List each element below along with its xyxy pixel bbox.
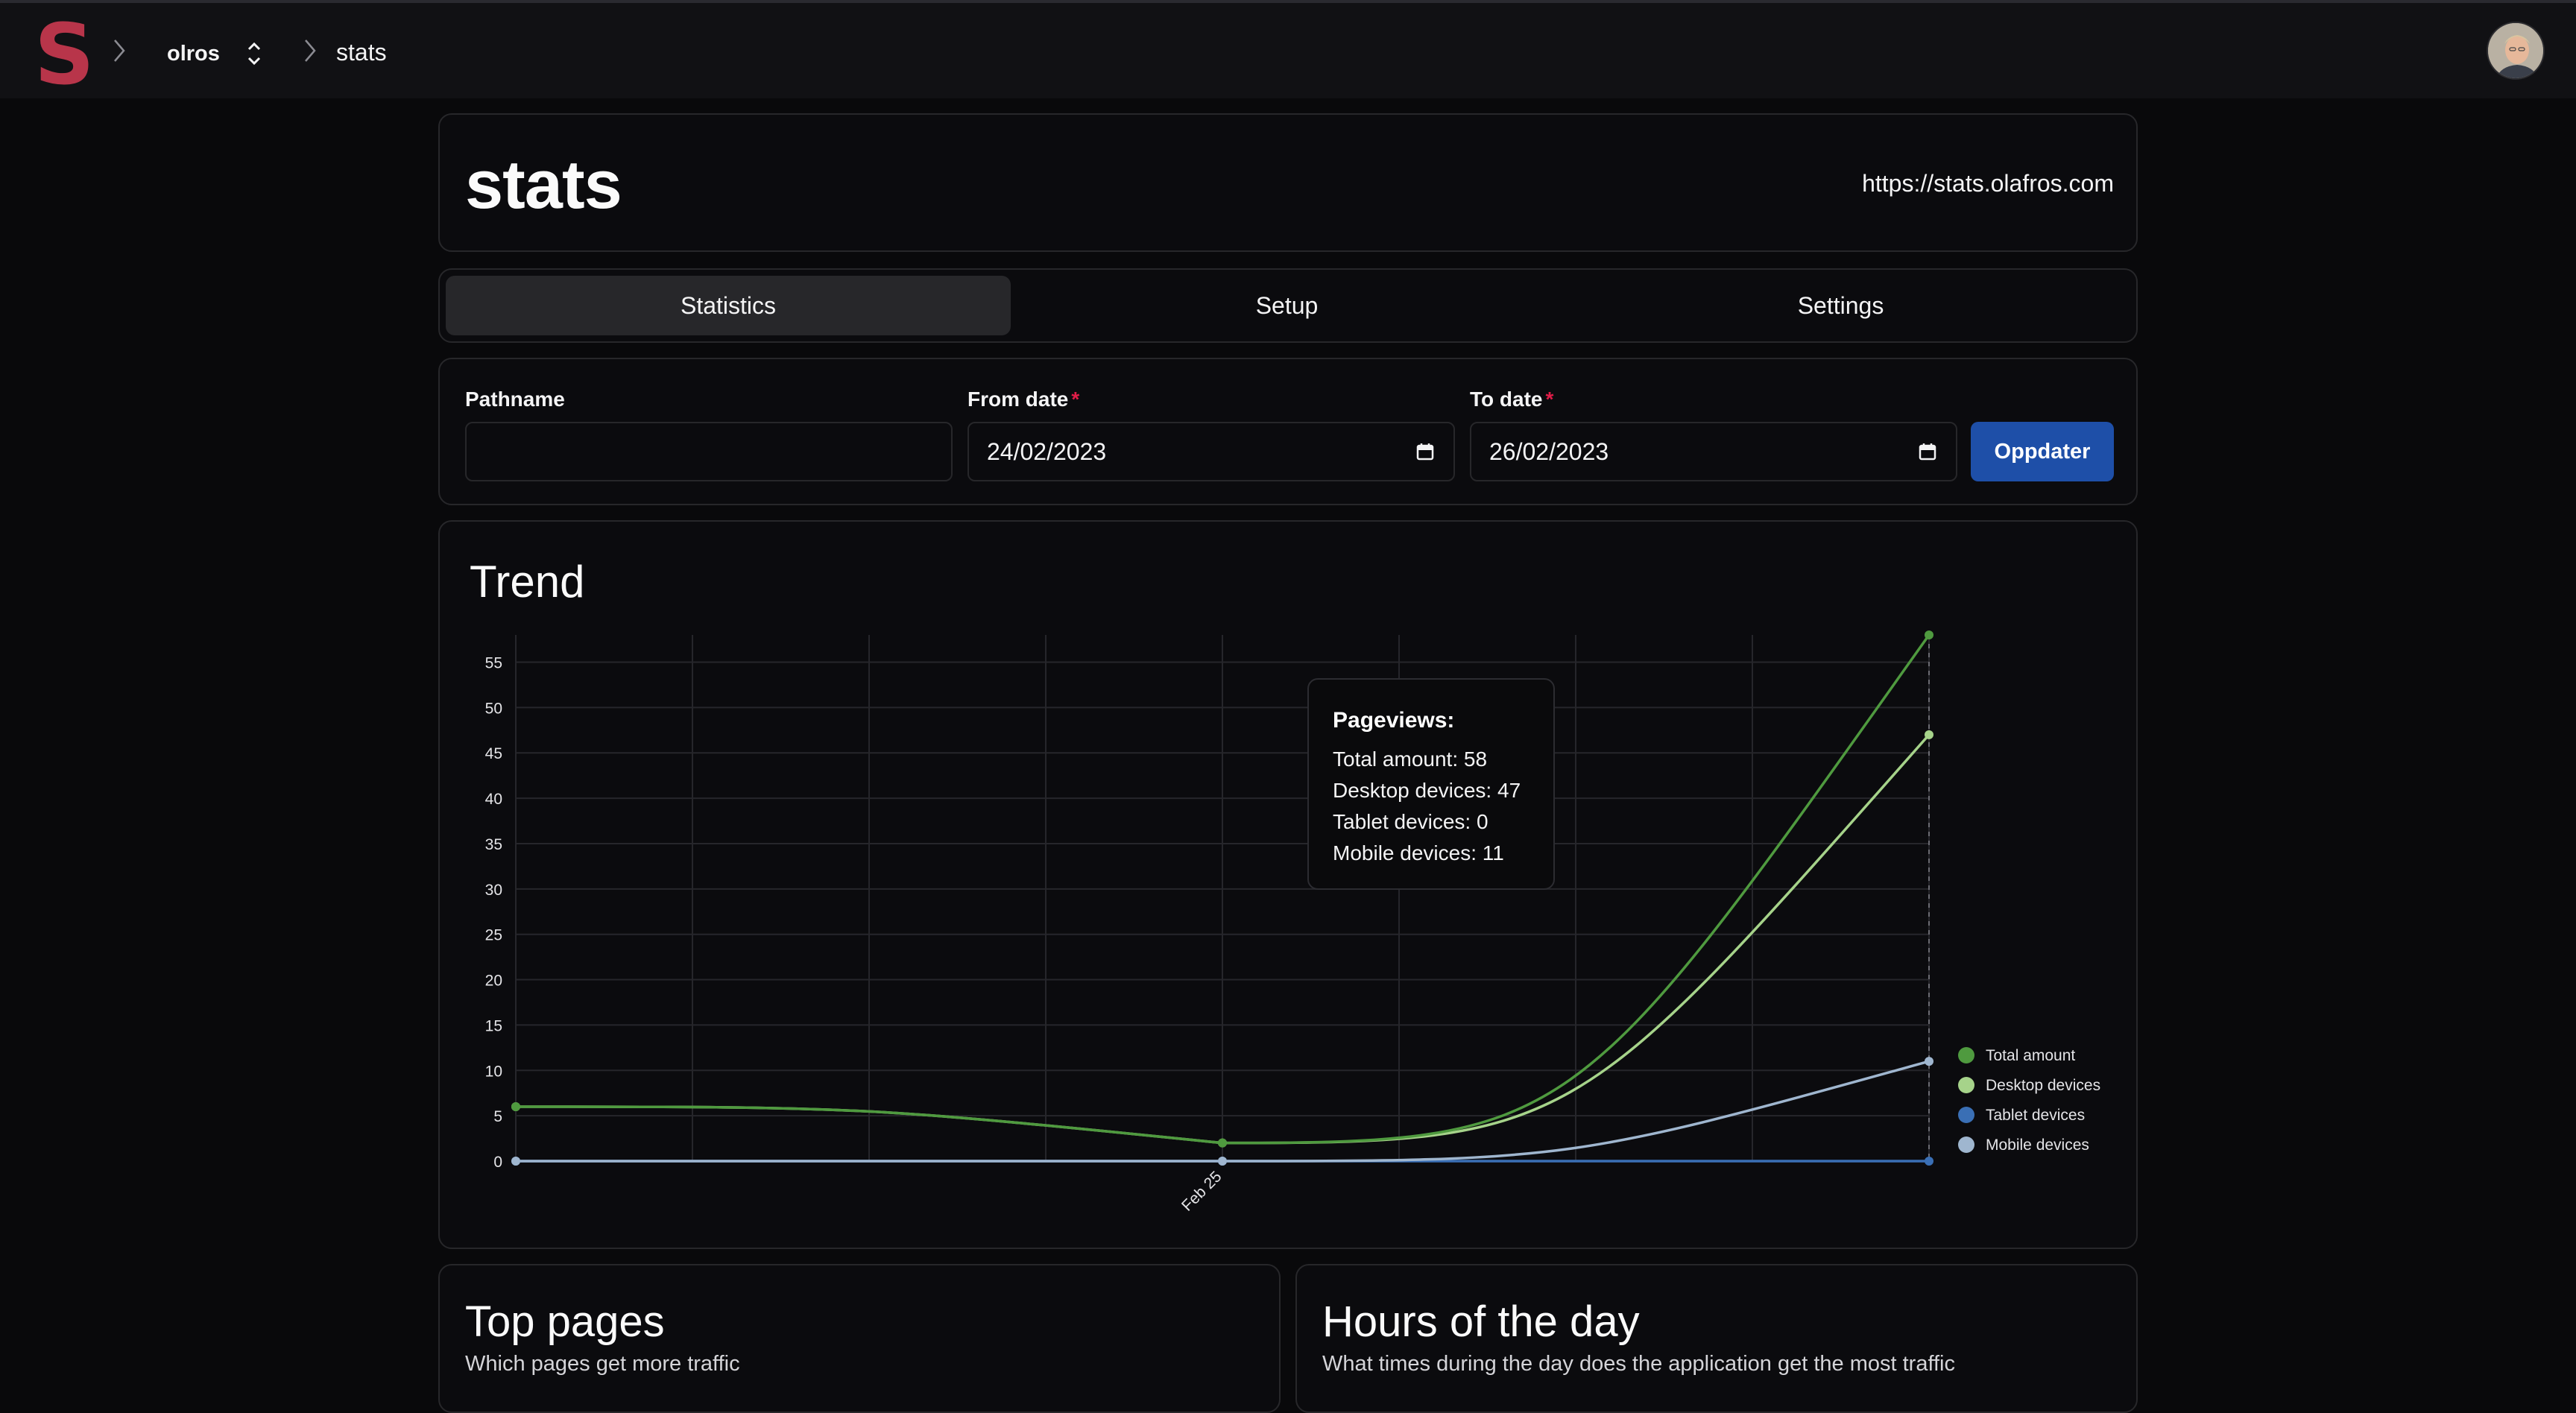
hours-subtitle: What times during the day does the appli… <box>1322 1352 1955 1376</box>
tab-settings[interactable]: Settings <box>1563 276 2118 335</box>
data-point <box>1925 730 1933 739</box>
hours-title: Hours of the day <box>1322 1297 1640 1346</box>
breadcrumb-separator-icon <box>110 36 128 66</box>
legend-marker <box>1958 1107 1974 1123</box>
hours-of-day-card: Hours of the day What times during the d… <box>1295 1264 2138 1413</box>
team-name: olros <box>167 41 220 66</box>
calendar-icon[interactable] <box>1415 441 1436 462</box>
from-date-value: 24/02/2023 <box>987 437 1107 465</box>
from-date-label: From date * <box>967 388 1079 411</box>
data-point <box>511 1101 520 1111</box>
tooltip-row: Mobile devices: 11 <box>1333 841 1504 864</box>
to-date-value: 26/02/2023 <box>1489 437 1609 465</box>
legend-label: Desktop devices <box>1986 1077 2100 1094</box>
top-pages-title: Top pages <box>465 1297 665 1346</box>
project-header: stats https://stats.olafros.com <box>438 113 2138 252</box>
team-switcher[interactable]: olros <box>167 33 263 75</box>
to-date-label: To date * <box>1470 388 1553 411</box>
tab-statistics[interactable]: Statistics <box>446 276 1011 335</box>
y-tick-label: 55 <box>485 655 502 672</box>
y-tick-label: 5 <box>493 1108 502 1125</box>
breadcrumb-separator-icon <box>301 36 319 66</box>
y-tick-label: 15 <box>485 1017 502 1034</box>
data-point <box>1218 1138 1227 1148</box>
y-tick-label: 10 <box>485 1063 502 1080</box>
update-button[interactable]: Oppdater <box>1971 422 2114 481</box>
project-url-link[interactable]: https://stats.olafros.com <box>1862 170 2114 197</box>
tooltip-row: Desktop devices: 47 <box>1333 779 1521 802</box>
legend-marker <box>1958 1047 1974 1063</box>
data-point <box>1218 1157 1227 1166</box>
filter-form: Pathname From date * 24/02/2023 To date * … <box>438 358 2138 505</box>
y-tick-label: 45 <box>485 745 502 762</box>
top-pages-subtitle: Which pages get more traffic <box>465 1352 740 1376</box>
y-tick-label: 50 <box>485 700 502 717</box>
user-avatar[interactable] <box>2487 22 2545 80</box>
tooltip-row: Tablet devices: 0 <box>1333 810 1489 833</box>
legend-label: Mobile devices <box>1986 1137 2089 1154</box>
data-point <box>1925 1157 1933 1166</box>
chart-tooltip: Pageviews: Total amount: 58 Desktop devi… <box>1307 678 1555 890</box>
required-marker: * <box>1071 388 1080 411</box>
pathname-label-text: Pathname <box>465 388 565 411</box>
app-logo[interactable]: S <box>34 13 95 97</box>
to-date-label-text: To date <box>1470 388 1543 411</box>
y-tick-label: 35 <box>485 836 502 853</box>
avatar-photo-icon <box>2488 23 2543 78</box>
trend-chart[interactable]: 0 5 10 15 20 25 30 35 40 45 50 55 Feb 25 Total amount… <box>440 522 2139 1251</box>
legend-marker <box>1958 1137 1974 1153</box>
to-date-input[interactable]: 26/02/2023 <box>1470 422 1957 481</box>
data-point <box>1925 1057 1933 1066</box>
legend-label: Total amount <box>1986 1047 2075 1064</box>
y-tick-label: 25 <box>485 927 502 944</box>
breadcrumb-project[interactable]: stats <box>336 39 387 66</box>
y-tick-label: 20 <box>485 973 502 990</box>
trend-card: Trend 0 5 10 15 20 25 30 35 40 45 50 55 Feb 25 Total … <box>438 520 2138 1249</box>
top-pages-card: Top pages Which pages get more traffic <box>438 1264 1281 1413</box>
x-tick-label: Feb 25 <box>1178 1168 1225 1215</box>
y-tick-label: 40 <box>485 791 502 808</box>
chevron-up-down-icon <box>247 42 260 66</box>
from-date-label-text: From date <box>967 388 1069 411</box>
legend-label: Tablet devices <box>1986 1107 2085 1124</box>
legend-marker <box>1958 1077 1974 1093</box>
from-date-input[interactable]: 24/02/2023 <box>967 422 1455 481</box>
required-marker: * <box>1545 388 1554 411</box>
tooltip-title: Pageviews: <box>1333 708 1455 733</box>
y-tick-label: 30 <box>485 882 502 899</box>
data-point <box>1925 630 1933 639</box>
tab-bar: Statistics Setup Settings <box>438 268 2138 343</box>
calendar-icon[interactable] <box>1917 441 1938 462</box>
top-navigation: S olros stats <box>0 0 2576 98</box>
y-tick-label: 0 <box>493 1154 502 1171</box>
data-point <box>511 1157 520 1166</box>
tooltip-row: Total amount: 58 <box>1333 747 1488 771</box>
page-title: stats <box>465 147 622 223</box>
pathname-label: Pathname <box>465 388 565 411</box>
tab-setup[interactable]: Setup <box>1011 276 1563 335</box>
pathname-input[interactable] <box>465 422 953 481</box>
